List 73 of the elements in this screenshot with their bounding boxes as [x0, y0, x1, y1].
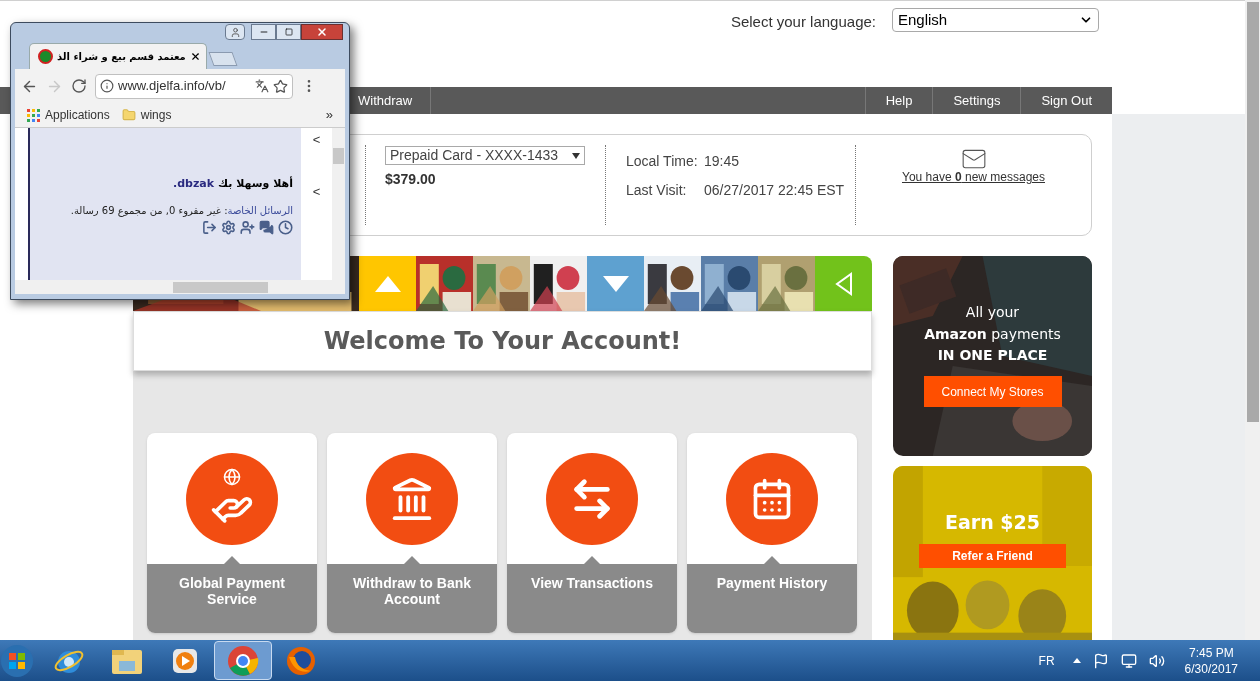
bookmark[interactable]: Applications	[27, 106, 110, 124]
taskbar-button[interactable]	[214, 641, 272, 680]
translate-icon[interactable]	[255, 79, 269, 93]
nav-link[interactable]: Help	[864, 87, 933, 114]
close-button[interactable]	[301, 24, 343, 40]
network-icon[interactable]	[1120, 652, 1137, 669]
last-visit-label: Last Visit:	[626, 181, 688, 200]
tab-title: معتمد قسم بيع و شراء الذ	[57, 50, 186, 64]
nav-link[interactable]: Settings	[932, 87, 1021, 114]
ad-text: IN ONE PLACE	[937, 346, 1048, 365]
more-bookmarks[interactable]: »	[325, 105, 333, 125]
volume-icon[interactable]	[1148, 652, 1165, 669]
service-label: Global Payment Service	[178, 575, 286, 609]
user-icon	[229, 26, 241, 38]
banner-tile[interactable]	[359, 256, 416, 311]
browser-tab[interactable]: معتمد قسم بيع و شراء الذ	[29, 43, 207, 69]
address-bar[interactable]: www.djelfa.info/vb/	[95, 73, 293, 99]
firefox-icon[interactable]	[285, 644, 317, 677]
logout-icon[interactable]	[202, 219, 217, 235]
card-select[interactable]: Prepaid Card - XXXX-1433	[385, 146, 585, 165]
welcome-title: Welcome To Your Account!	[323, 326, 682, 357]
settings-icon[interactable]	[221, 219, 236, 235]
bookmark[interactable]: wings	[121, 106, 172, 124]
pointer-notch	[764, 556, 780, 564]
page-scrollbar[interactable]	[1245, 0, 1260, 640]
service-label: View Transactions	[531, 575, 653, 593]
profile-button[interactable]	[225, 24, 245, 40]
local-time-label: Local Time:	[626, 152, 699, 171]
local-time: 19:45	[704, 152, 740, 171]
windows-start-icon[interactable]	[0, 643, 34, 678]
service-label: Payment History	[716, 575, 828, 593]
reload-icon[interactable]	[71, 78, 87, 94]
clock-time[interactable]: 7:45 PM	[1188, 644, 1234, 661]
nav-link[interactable]: Withdraw	[354, 87, 432, 114]
chat-icon[interactable]	[259, 219, 274, 235]
minimize-button[interactable]	[251, 24, 276, 40]
clock-icon[interactable]	[278, 219, 293, 235]
ad-text: All your	[965, 303, 1020, 322]
down-triangle-icon[interactable]	[602, 275, 629, 292]
info-icon[interactable]	[100, 79, 114, 93]
maximize-icon	[284, 28, 293, 36]
close-tab-icon[interactable]	[189, 51, 201, 62]
username-link[interactable]: dbzak.	[173, 177, 215, 190]
apps-grid-icon	[27, 108, 40, 122]
pointer-notch	[404, 556, 420, 564]
input-language[interactable]: FR	[1038, 651, 1055, 670]
pointer-notch	[224, 556, 240, 564]
service-label: Withdraw to Bank Account	[351, 575, 473, 609]
clock-date[interactable]: 6/30/2017	[1184, 660, 1238, 677]
ad-text: Amazon payments	[924, 325, 1061, 344]
pointer-notch	[584, 556, 600, 564]
private-messages-summary: الرسائل الخاصة: غير مقروء 0, من مجموع 69 رسالة.	[70, 203, 293, 218]
language-select[interactable]: English	[892, 8, 1099, 32]
maximize-button[interactable]	[276, 24, 301, 40]
site-favicon	[38, 49, 53, 64]
action-center-flag-icon[interactable]	[1092, 652, 1109, 669]
messages-link[interactable]: You have 0 new messages	[902, 168, 1045, 186]
folder-icon	[121, 108, 136, 122]
last-visit: 06/27/2017 22:45 EST	[704, 181, 845, 200]
media-player-icon[interactable]	[171, 646, 199, 675]
star-icon[interactable]	[273, 78, 288, 94]
balance: $379.00	[385, 170, 437, 189]
forum-link-arrow: <	[312, 131, 321, 149]
dropdown-arrow-icon	[572, 152, 580, 159]
language-label: Select your language:	[730, 12, 876, 32]
banner-tile[interactable]	[815, 256, 872, 311]
forum-link-arrow: <	[312, 182, 321, 201]
close-icon	[316, 26, 328, 38]
add-user-icon[interactable]	[240, 219, 255, 235]
chrome-icon[interactable]	[227, 644, 259, 677]
ad-text: Earn $25	[945, 510, 1040, 535]
show-hidden-icons-icon[interactable]	[1072, 658, 1081, 663]
banner-tile[interactable]	[587, 256, 644, 311]
